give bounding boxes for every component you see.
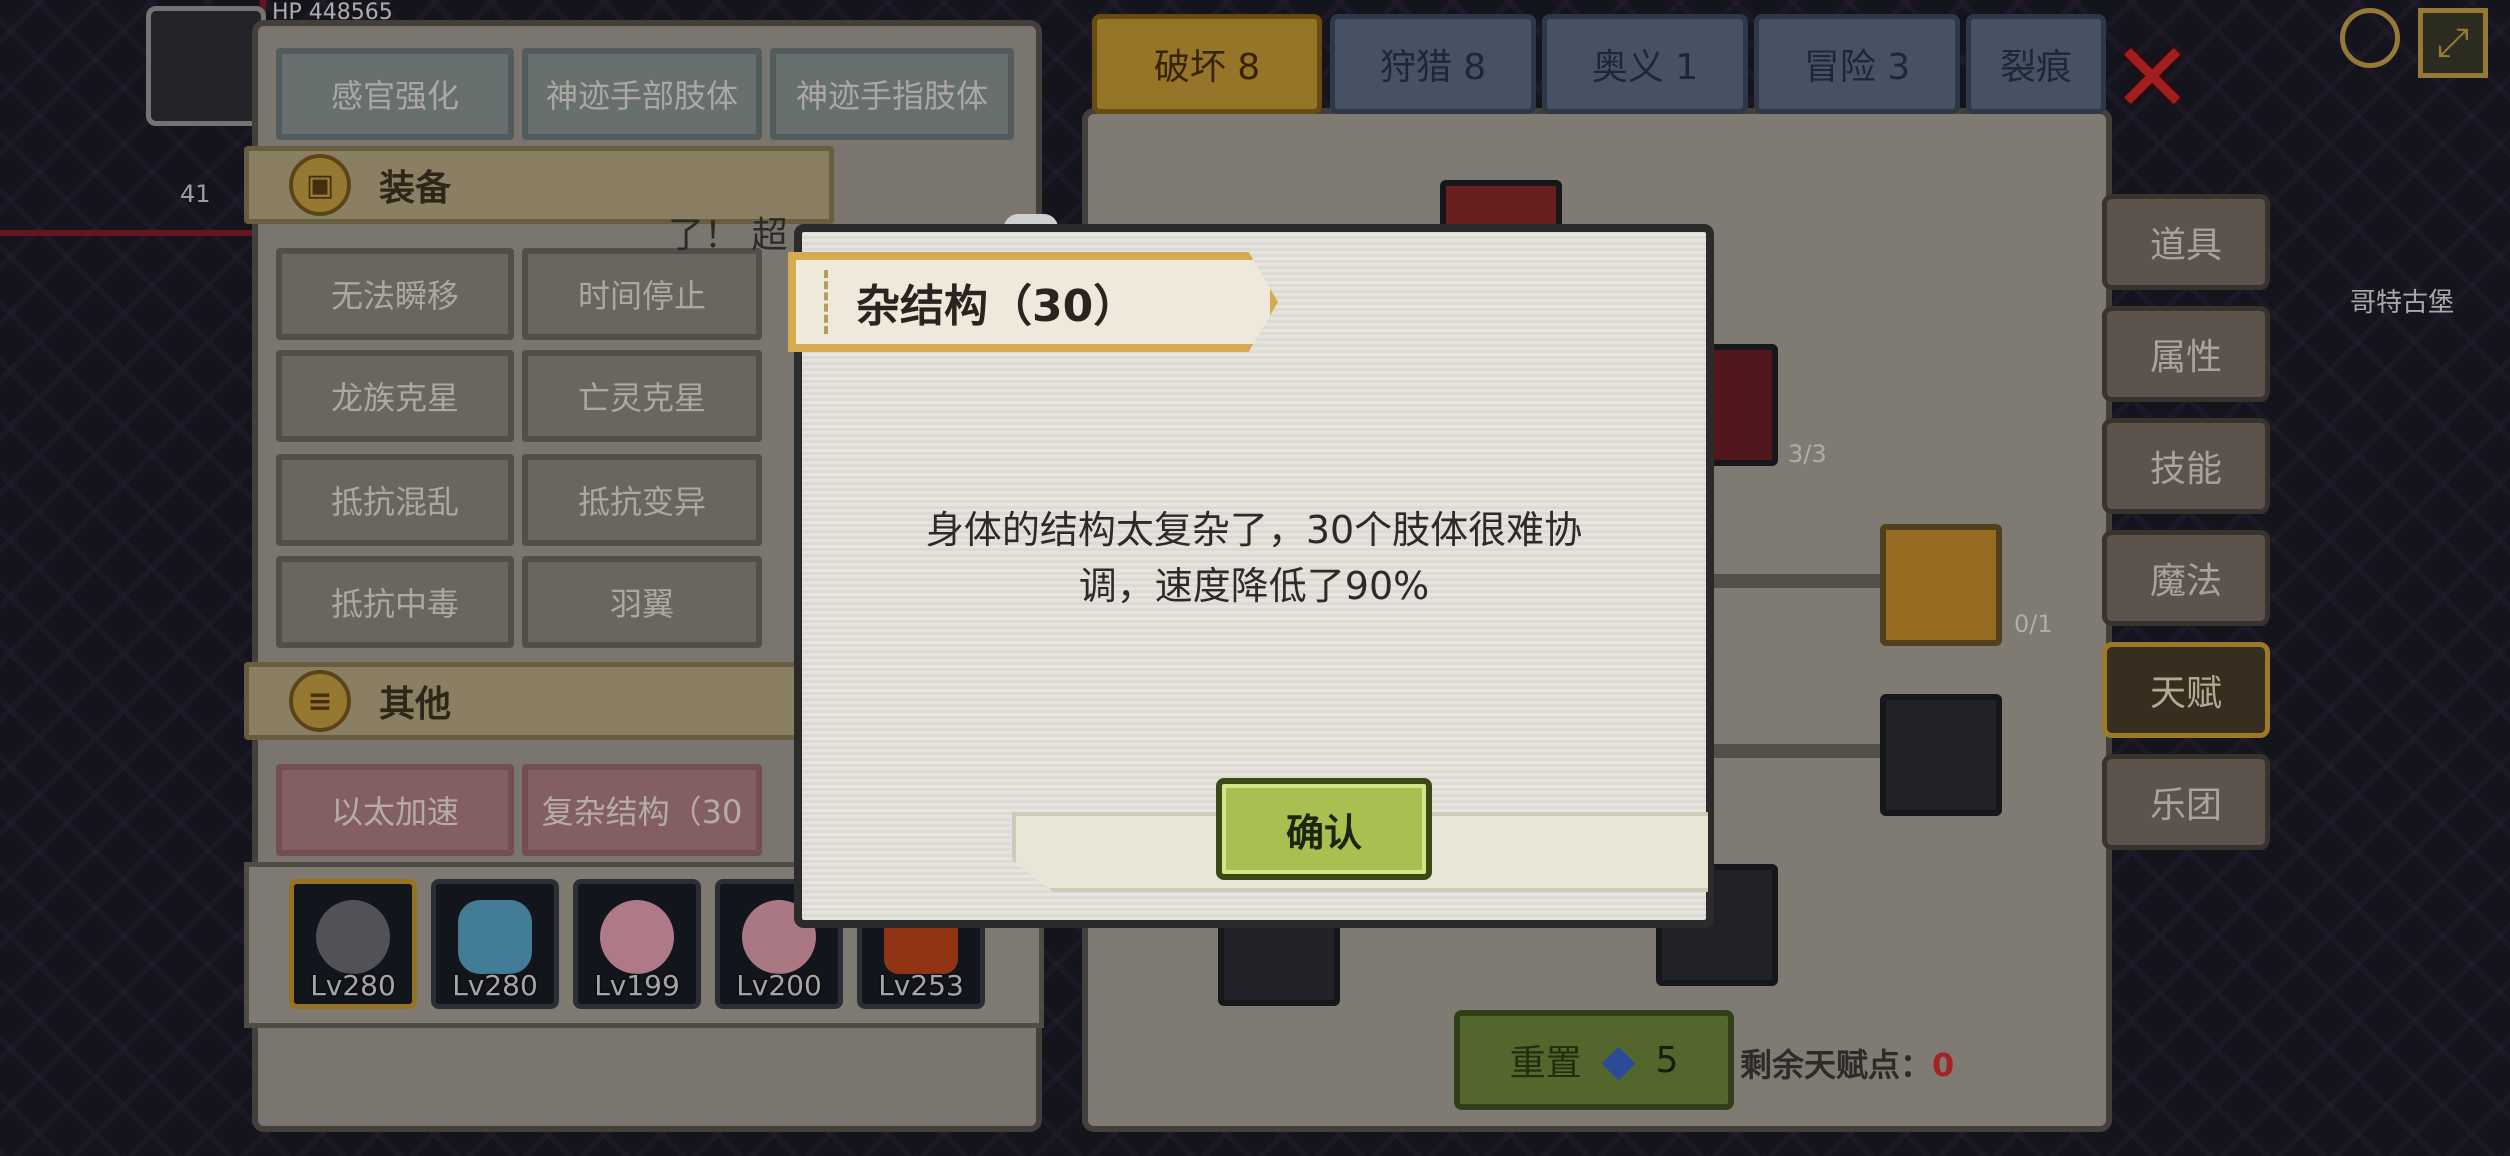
background-message: 了！ 超 [668, 215, 788, 256]
dialog-description: 身体的结构太复杂了，30个肢体很难协 调，速度降低了90% [842, 502, 1666, 614]
dialog-title: 杂结构（30） [788, 252, 1278, 352]
trait-detail-dialog: 杂结构（30） 身体的结构太复杂了，30个肢体很难协 调，速度降低了90% 确认 [788, 224, 1714, 928]
description-line: 身体的结构太复杂了，30个肢体很难协 [925, 508, 1583, 552]
description-line: 调，速度降低了90% [1078, 564, 1430, 608]
confirm-button[interactable]: 确认 [1216, 778, 1432, 880]
